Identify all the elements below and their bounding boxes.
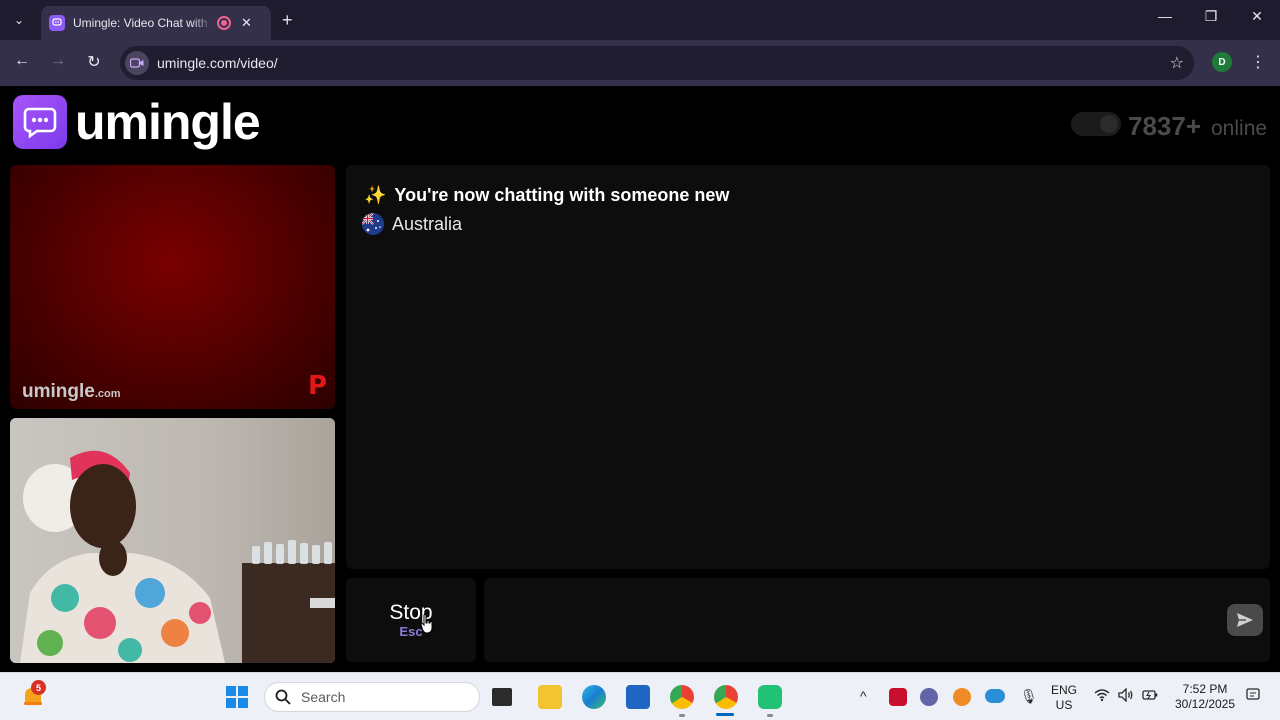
online-label: online [1211, 117, 1268, 140]
self-video [10, 418, 335, 663]
windows-start-icon[interactable] [226, 686, 248, 708]
browser-tab[interactable]: Umingle: Video Chat with Strangers ✕ [41, 6, 271, 40]
minimize-button[interactable]: — [1153, 8, 1177, 24]
search-placeholder: Search [301, 689, 346, 705]
send-icon [1237, 613, 1253, 627]
active-app-indicator [716, 713, 734, 716]
send-button[interactable] [1227, 604, 1263, 636]
app-running-dot [679, 714, 685, 717]
country-name: Australia [392, 213, 463, 234]
restore-button[interactable]: ❐ [1199, 8, 1223, 25]
search-icon [275, 689, 291, 705]
online-count: 7837+ [1128, 111, 1202, 141]
browser-tab-strip: ⌄ Umingle: Video Chat with Strangers ✕ +… [0, 0, 1280, 40]
reload-button[interactable]: ↻ [83, 52, 105, 72]
message-input[interactable] [484, 578, 1270, 662]
sparkles-icon: ✨ [364, 185, 387, 205]
stranger-country: Australia [362, 213, 462, 235]
mouse-cursor-icon [420, 614, 433, 634]
clock[interactable]: 7:52 PM 30/12/2025 [1170, 682, 1240, 712]
file-explorer-icon[interactable] [538, 685, 562, 709]
chat-app-icon[interactable] [758, 685, 782, 709]
browser-menu-icon[interactable]: ⋮ [1250, 52, 1266, 72]
windows-taskbar: 5 Search ^ 🎙 ENG US 7:52 PM 30/12/2025 [0, 672, 1280, 720]
chrome-profile-icon[interactable] [670, 685, 694, 709]
self-camera-frame [10, 418, 335, 663]
tab-search-button[interactable]: ⌄ [8, 9, 30, 31]
onedrive-cloud-icon[interactable] [985, 689, 1005, 703]
microsoft-store-icon[interactable] [626, 685, 650, 709]
address-bar[interactable]: umingle.com/video/ ☆ [120, 46, 1194, 80]
wifi-icon[interactable] [1094, 688, 1110, 705]
back-button[interactable]: ← [11, 52, 33, 70]
sync-tray-icon[interactable] [953, 688, 971, 706]
pdf-app-tray-icon[interactable] [889, 688, 907, 706]
corner-logo-mark: P [307, 371, 327, 401]
edge-browser-icon[interactable] [582, 685, 606, 709]
close-window-button[interactable]: ✕ [1245, 8, 1269, 25]
taskbar-search[interactable]: Search [264, 682, 480, 712]
chrome-icon[interactable] [714, 685, 738, 709]
app-running-dot [767, 714, 773, 717]
teams-tray-icon[interactable] [920, 688, 938, 706]
browser-toolbar: ← → ↻ umingle.com/video/ ☆ D ⋮ [0, 40, 1280, 86]
stop-button[interactable]: Stop Esc [346, 578, 476, 662]
recording-indicator-icon [217, 16, 231, 30]
url-text: umingle.com/video/ [157, 55, 278, 71]
battery-icon[interactable] [1142, 688, 1158, 705]
profile-avatar[interactable]: D [1212, 52, 1232, 72]
chat-status-text: You're now chatting with someone new [394, 185, 730, 205]
chat-panel: ✨ You're now chatting with someone new A… [346, 165, 1270, 569]
tab-title: Umingle: Video Chat with Strangers [73, 16, 213, 30]
page: umingle 7837+ online umingle.com P ✨ You… [0, 87, 1280, 672]
stranger-video: umingle.com P [10, 165, 335, 409]
video-watermark: umingle.com [22, 381, 121, 402]
notification-center-icon[interactable] [1246, 688, 1260, 705]
australia-flag-icon [362, 213, 384, 235]
camera-in-use-icon[interactable] [125, 51, 149, 75]
umingle-favicon-icon [49, 15, 65, 31]
input-language[interactable]: ENG US [1048, 683, 1080, 713]
forward-button[interactable]: → [47, 52, 69, 70]
task-view-icon[interactable] [492, 688, 512, 706]
microphone-icon[interactable]: 🎙 [1020, 688, 1038, 705]
online-toggle[interactable] [1071, 112, 1121, 136]
notification-count-badge: 5 [31, 680, 46, 695]
chat-status: ✨ You're now chatting with someone new [364, 185, 729, 206]
show-hidden-icons-icon[interactable]: ^ [860, 688, 867, 704]
new-tab-button[interactable]: + [282, 9, 293, 31]
volume-icon[interactable] [1118, 687, 1134, 705]
bookmark-star-icon[interactable]: ☆ [1170, 53, 1184, 73]
close-tab-icon[interactable]: ✕ [241, 15, 252, 31]
umingle-logo-icon[interactable] [13, 95, 67, 149]
logo-text[interactable]: umingle [75, 93, 261, 151]
